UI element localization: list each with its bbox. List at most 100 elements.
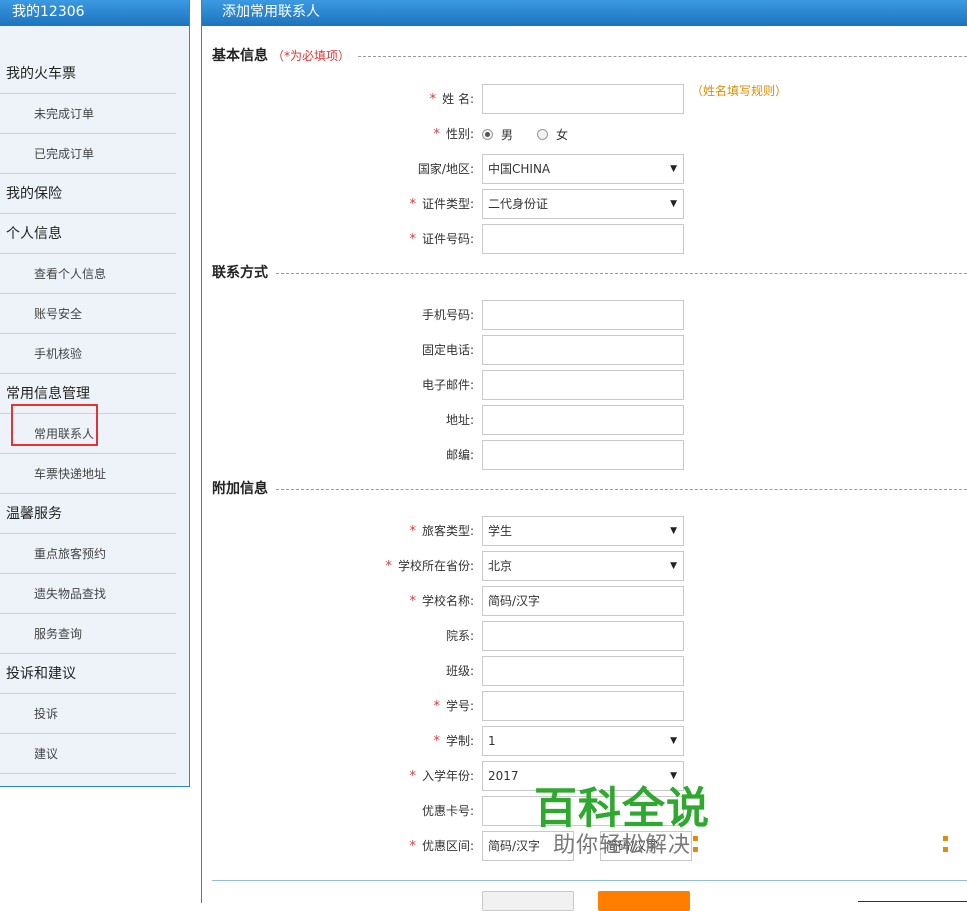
name-input[interactable] bbox=[482, 84, 684, 114]
sidebar-item[interactable]: 未完成订单 bbox=[0, 94, 176, 134]
watermark-subtitle: 助你轻松解决 bbox=[552, 833, 691, 858]
page-title: 添加常用联系人 bbox=[202, 0, 967, 26]
gender-label: 性别: bbox=[445, 127, 474, 141]
section-basic-info: 基本信息 （*为必填项） bbox=[212, 45, 967, 65]
sidebar-item[interactable]: 查看个人信息 bbox=[0, 254, 176, 294]
dropdown-arrow-icon: ▼ bbox=[670, 199, 677, 209]
class-label: 班级: bbox=[445, 664, 474, 678]
dropdown-arrow-icon: ▼ bbox=[670, 561, 677, 571]
school-province-select[interactable]: 北京 ▼ bbox=[482, 551, 684, 581]
gender-male-radio[interactable]: 男 bbox=[482, 126, 513, 143]
school-name-value: 简码/汉字 bbox=[488, 594, 541, 608]
sidebar-item[interactable]: 遗失物品查找 bbox=[0, 574, 176, 614]
zip-input[interactable] bbox=[482, 440, 684, 470]
id-number-input[interactable] bbox=[482, 224, 684, 254]
row-phone: 固定电话: bbox=[202, 335, 967, 365]
dropdown-arrow-icon: ▼ bbox=[670, 736, 677, 746]
row-country: 国家/地区: 中国CHINA ▼ bbox=[202, 154, 967, 184]
sidebar-item[interactable]: 车票快递地址 bbox=[0, 454, 176, 494]
sidebar-item[interactable]: 投诉 bbox=[0, 694, 176, 734]
row-gender: * 性别: 男 女 bbox=[202, 119, 967, 149]
sidebar-item[interactable]: 已完成订单 bbox=[0, 134, 176, 174]
row-name: * 姓 名: （姓名填写规则） bbox=[202, 84, 967, 114]
dropdown-arrow-icon: ▼ bbox=[670, 526, 677, 536]
student-no-input[interactable] bbox=[482, 691, 684, 721]
country-select[interactable]: 中国CHINA ▼ bbox=[482, 154, 684, 184]
sidebar-item[interactable]: 服务查询 bbox=[0, 614, 176, 654]
name-rule-link[interactable]: （姓名填写规则） bbox=[691, 82, 787, 99]
range-from-value: 简码/汉字 bbox=[488, 839, 541, 853]
footer-divider bbox=[858, 901, 967, 902]
required-mark: * bbox=[409, 524, 416, 539]
zip-label: 邮编: bbox=[445, 448, 474, 462]
sidebar-title: 我的12306 bbox=[0, 0, 189, 26]
dropdown-arrow-icon: ▼ bbox=[670, 164, 677, 174]
sidebar-category[interactable]: 温馨服务 bbox=[0, 494, 176, 534]
row-student-no: * 学号: bbox=[202, 691, 967, 721]
country-label: 国家/地区: bbox=[417, 162, 474, 176]
back-button[interactable] bbox=[482, 891, 574, 911]
address-input[interactable] bbox=[482, 405, 684, 435]
phone-label: 固定电话: bbox=[421, 343, 474, 357]
required-mark: * bbox=[433, 127, 440, 142]
gender-female-radio[interactable]: 女 bbox=[537, 126, 568, 143]
row-duration: * 学制: 1 ▼ bbox=[202, 726, 967, 756]
required-mark: * bbox=[433, 699, 440, 714]
row-id-number: * 证件号码: bbox=[202, 224, 967, 254]
row-id-type: * 证件类型: 二代身份证 ▼ bbox=[202, 189, 967, 219]
section-extra-info: 附加信息 bbox=[212, 478, 967, 498]
row-class: 班级: bbox=[202, 656, 967, 686]
duration-value: 1 bbox=[488, 734, 496, 748]
sidebar-category[interactable]: 我的火车票 bbox=[0, 54, 176, 94]
required-mark: * bbox=[409, 839, 416, 854]
radio-unchecked-icon bbox=[537, 128, 549, 140]
sidebar-category[interactable]: 个人信息 bbox=[0, 214, 176, 254]
section-title: 基本信息 bbox=[212, 48, 268, 64]
sidebar-category[interactable]: 我的保险 bbox=[0, 174, 176, 214]
clipped-text-fragment: ▪ ▪ bbox=[942, 833, 949, 855]
main-panel: 添加常用联系人 基本信息 （*为必填项） * 姓 名: （姓名填写规则） * 性别:… bbox=[201, 0, 967, 911]
sidebar-item[interactable]: 重点旅客预约 bbox=[0, 534, 176, 574]
sidebar-item[interactable]: 账号安全 bbox=[0, 294, 176, 334]
phone-input[interactable] bbox=[482, 335, 684, 365]
sidebar-item[interactable]: 手机核验 bbox=[0, 334, 176, 374]
radio-checked-icon bbox=[482, 128, 493, 140]
section-divider bbox=[276, 272, 967, 274]
school-name-label: 学校名称: bbox=[421, 594, 474, 608]
sidebar-item[interactable]: 建议 bbox=[0, 734, 176, 774]
row-school-province: * 学校所在省份: 北京 ▼ bbox=[202, 551, 967, 581]
required-mark: * bbox=[409, 594, 416, 609]
passenger-type-label: 旅客类型: bbox=[421, 524, 474, 538]
required-mark: * bbox=[409, 197, 416, 212]
section-divider bbox=[276, 488, 967, 490]
email-label: 电子邮件: bbox=[421, 378, 474, 392]
row-school-name: * 学校名称: 简码/汉字 bbox=[202, 586, 967, 616]
row-email: 电子邮件: bbox=[202, 370, 967, 400]
duration-label: 学制: bbox=[445, 734, 474, 748]
school-name-input[interactable]: 简码/汉字 bbox=[482, 586, 684, 616]
passenger-type-select[interactable]: 学生 ▼ bbox=[482, 516, 684, 546]
department-input[interactable] bbox=[482, 621, 684, 651]
required-mark: * bbox=[429, 92, 437, 107]
section-divider bbox=[358, 55, 967, 57]
required-note: （*为必填项） bbox=[272, 48, 351, 63]
email-input[interactable] bbox=[482, 370, 684, 400]
school-province-label: 学校所在省份: bbox=[397, 559, 474, 573]
save-button[interactable] bbox=[598, 891, 690, 911]
mobile-label: 手机号码: bbox=[421, 308, 474, 322]
sidebar-category[interactable]: 投诉和建议 bbox=[0, 654, 176, 694]
required-mark: * bbox=[409, 769, 416, 784]
id-number-label: 证件号码: bbox=[421, 232, 474, 246]
section-title: 附加信息 bbox=[212, 481, 268, 497]
class-input[interactable] bbox=[482, 656, 684, 686]
watermark-title: 百科全说 bbox=[534, 784, 710, 834]
discount-card-label: 优惠卡号: bbox=[421, 804, 474, 818]
row-zip: 邮编: bbox=[202, 440, 967, 470]
form-bottom-divider bbox=[212, 880, 967, 881]
watermark-logo: 百科全说 助你轻松解决 bbox=[534, 786, 710, 860]
id-type-select[interactable]: 二代身份证 ▼ bbox=[482, 189, 684, 219]
sidebar-item[interactable]: 常用联系人 bbox=[0, 404, 176, 454]
duration-select[interactable]: 1 ▼ bbox=[482, 726, 684, 756]
student-no-label: 学号: bbox=[445, 699, 474, 713]
mobile-input[interactable] bbox=[482, 300, 684, 330]
